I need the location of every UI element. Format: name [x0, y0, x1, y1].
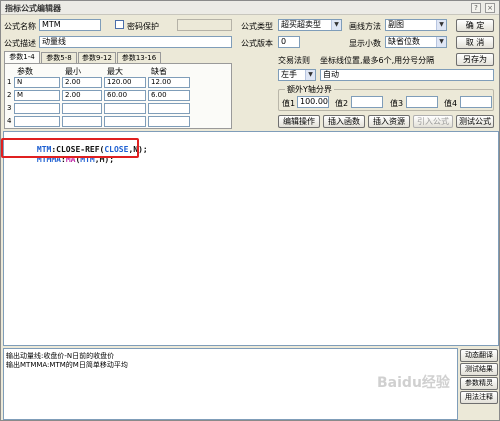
param-min-cell[interactable]: 2.00 [62, 77, 102, 88]
param-min-cell[interactable] [62, 116, 102, 127]
formula-version-label: 公式版本 [241, 39, 273, 48]
save-as-button[interactable]: 另存为 [456, 53, 494, 66]
password-input [177, 19, 232, 31]
tab-params-1-4[interactable]: 参数1-4 [4, 51, 40, 63]
formula-name-input[interactable]: MTM [39, 19, 101, 31]
chevron-down-icon: ▼ [436, 20, 446, 30]
param-name-cell[interactable]: M [14, 90, 60, 101]
formula-type-value: 超买超卖型 [281, 20, 321, 29]
edit-operation-button[interactable]: 编辑操作 [278, 115, 320, 128]
output-line-2: 输出MTMMA:MTM的M日简单移动平均 [6, 361, 128, 369]
decimals-value: 缺省位数 [388, 37, 420, 46]
watermark: Baidu经验 [377, 375, 450, 391]
password-checkbox[interactable] [115, 20, 124, 29]
formula-desc-input[interactable]: 动量线 [39, 36, 232, 48]
row-number: 2 [7, 91, 12, 99]
row-number: 3 [7, 104, 12, 112]
chevron-down-icon: ▼ [331, 20, 341, 30]
extra-y-axis-label: 额外Y轴分界 [285, 84, 334, 95]
formula-name-label: 公式名称 [4, 22, 36, 31]
trade-rule-select[interactable]: 左手 ▼ [278, 69, 316, 81]
chevron-down-icon: ▼ [436, 37, 446, 47]
close-icon[interactable]: × [485, 3, 495, 13]
test-result-button[interactable]: 测试结果 [460, 363, 498, 376]
tab-params-9-12[interactable]: 参数9-12 [78, 52, 116, 63]
cancel-button[interactable]: 取 消 [456, 36, 494, 49]
coord-line-input[interactable]: 自动 [320, 69, 494, 81]
param-min-cell[interactable] [62, 103, 102, 114]
window-title: 指标公式编辑器 [5, 4, 61, 13]
trade-rule-value: 左手 [281, 70, 297, 79]
param-max-cell[interactable] [104, 103, 146, 114]
tab-params-5-8[interactable]: 参数5-8 [41, 52, 77, 63]
param-max-cell[interactable]: 60.00 [104, 90, 146, 101]
chevron-down-icon: ▼ [305, 70, 315, 80]
formula-editor-window: 指标公式编辑器 ? × 公式名称 MTM 密码保护 公式类型 超买超卖型 ▼ 画… [0, 0, 500, 421]
value4-label: 值4 [444, 99, 458, 108]
import-formula-button[interactable]: 引入公式 [413, 115, 453, 128]
param-name-cell[interactable] [14, 116, 60, 127]
usage-notes-button[interactable]: 用法注释 [460, 391, 498, 404]
row-number: 1 [7, 78, 12, 86]
formula-type-label: 公式类型 [241, 22, 273, 31]
tab-params-13-16[interactable]: 参数13-16 [117, 52, 161, 63]
param-default-cell[interactable]: 6.00 [148, 90, 190, 101]
param-wizard-button[interactable]: 参数精灵 [460, 377, 498, 390]
param-default-cell[interactable] [148, 103, 190, 114]
test-formula-button[interactable]: 测试公式 [456, 115, 494, 128]
code-highlight-box [1, 138, 139, 158]
code-editor[interactable]: MTM:CLOSE-REF(CLOSE,N); MTMMA:MA(MTM,M); [3, 131, 499, 346]
param-default-cell[interactable] [148, 116, 190, 127]
param-header-max: 最大 [107, 67, 123, 76]
value1-label: 值1 [282, 99, 296, 108]
password-label: 密码保护 [127, 22, 159, 31]
decimals-select[interactable]: 缺省位数 ▼ [385, 36, 447, 48]
draw-method-label: 画线方法 [349, 22, 381, 31]
trade-rule-label: 交易法则 [278, 56, 310, 65]
insert-function-button[interactable]: 插入函数 [323, 115, 365, 128]
value2-input[interactable] [351, 96, 383, 108]
formula-version-input[interactable]: 0 [278, 36, 300, 48]
title-bar: 指标公式编辑器 ? × [1, 1, 499, 15]
param-header-min: 最小 [65, 67, 81, 76]
param-header-name: 参数 [17, 67, 33, 76]
ok-button[interactable]: 确 定 [456, 19, 494, 32]
draw-method-value: 副图 [388, 20, 404, 29]
param-name-cell[interactable] [14, 103, 60, 114]
value2-label: 值2 [335, 99, 349, 108]
formula-type-select[interactable]: 超买超卖型 ▼ [278, 19, 342, 31]
value3-input[interactable] [406, 96, 438, 108]
value4-input[interactable] [460, 96, 492, 108]
decimals-label: 显示小数 [349, 39, 381, 48]
param-default-cell[interactable]: 12.00 [148, 77, 190, 88]
value1-input[interactable]: 100.00 [297, 96, 329, 108]
draw-method-select[interactable]: 副图 ▼ [385, 19, 447, 31]
insert-resource-button[interactable]: 插入资源 [368, 115, 410, 128]
dynamic-translate-button[interactable]: 动态翻译 [460, 349, 498, 362]
param-min-cell[interactable]: 2.00 [62, 90, 102, 101]
coord-line-note: 坐标线位置,最多6个,用分号分隔 [320, 56, 435, 65]
param-table: 参数 最小 最大 缺省 1 N 2.00 120.00 12.00 2 M 2.… [4, 63, 232, 129]
param-max-cell[interactable] [104, 116, 146, 127]
param-max-cell[interactable]: 120.00 [104, 77, 146, 88]
formula-desc-label: 公式描述 [4, 39, 36, 48]
value3-label: 值3 [390, 99, 404, 108]
param-header-default: 缺省 [151, 67, 167, 76]
param-name-cell[interactable]: N [14, 77, 60, 88]
row-number: 4 [7, 117, 12, 125]
help-icon[interactable]: ? [471, 3, 481, 13]
